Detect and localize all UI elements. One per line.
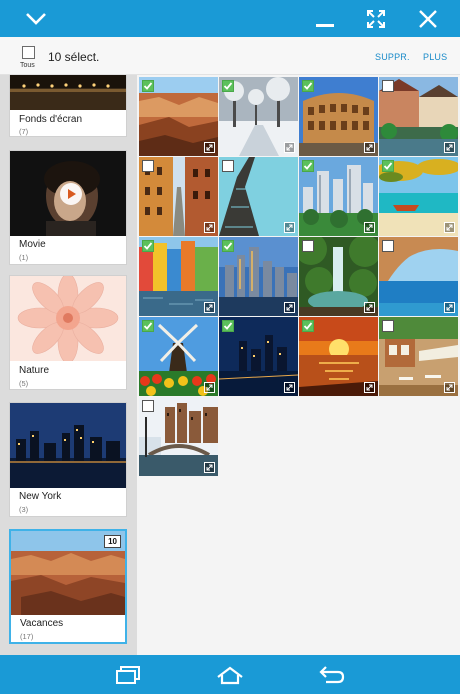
album-list: Fonds d'écran (7) Movie (1) Nature (5) N… — [0, 75, 137, 655]
expand-icon[interactable] — [444, 142, 455, 153]
album-vacances[interactable]: 10 Vacances (17) — [9, 529, 127, 644]
photo-manhattan[interactable] — [219, 237, 298, 316]
gallery-window: Tous 10 sélect. SUPPR. PLUS Fonds d'écra… — [0, 0, 460, 694]
chevron-down-icon[interactable] — [16, 0, 56, 37]
select-all-label: Tous — [20, 62, 35, 69]
photo-city-skyline[interactable] — [299, 157, 378, 236]
album-movie[interactable]: Movie (1) — [9, 150, 127, 265]
photo-checkbox[interactable] — [382, 320, 394, 332]
photo-checkbox[interactable] — [302, 320, 314, 332]
album-thumbnail — [10, 75, 126, 110]
album-count: (3) — [19, 505, 29, 514]
photo-checkbox[interactable] — [302, 160, 314, 172]
album-count: (1) — [19, 253, 29, 262]
expand-icon[interactable] — [444, 222, 455, 233]
expand-icon[interactable] — [364, 222, 375, 233]
minimize-icon[interactable] — [305, 0, 345, 37]
album-name: New York — [19, 491, 62, 502]
photo-checkbox[interactable] — [382, 160, 394, 172]
photo-colosseum[interactable] — [299, 77, 378, 156]
select-all-checkbox[interactable] — [22, 46, 35, 59]
title-bar — [0, 0, 460, 37]
photo-canyon[interactable] — [139, 77, 218, 156]
photo-terrace-cafe[interactable] — [379, 317, 458, 396]
photo-night-harbor[interactable] — [219, 317, 298, 396]
album-name: Fonds d'écran — [19, 114, 83, 125]
photo-checkbox[interactable] — [222, 320, 234, 332]
photo-canal-town[interactable] — [379, 77, 458, 156]
expand-icon[interactable] — [444, 302, 455, 313]
album-thumbnail — [10, 276, 126, 361]
expand-icon[interactable] — [444, 382, 455, 393]
photo-checkbox[interactable] — [222, 160, 234, 172]
album-count: (7) — [19, 127, 29, 136]
expand-icon[interactable] — [204, 142, 215, 153]
selection-action-bar: Tous 10 sélect. SUPPR. PLUS — [0, 37, 460, 75]
expand-icon[interactable] — [364, 302, 375, 313]
expand-icon[interactable] — [204, 462, 215, 473]
photo-eiffel-tower[interactable] — [219, 157, 298, 236]
expand-icon[interactable] — [204, 222, 215, 233]
album-new-york[interactable]: New York (3) — [9, 402, 127, 517]
photo-checkbox[interactable] — [222, 80, 234, 92]
photo-checkbox[interactable] — [142, 80, 154, 92]
close-icon[interactable] — [408, 0, 448, 37]
expand-icon[interactable] — [284, 382, 295, 393]
expand-icon[interactable] — [204, 382, 215, 393]
photo-checkbox[interactable] — [142, 400, 154, 412]
album-wallpapers[interactable]: Fonds d'écran (7) — [9, 75, 127, 137]
play-icon[interactable] — [60, 183, 82, 205]
photo-checkbox[interactable] — [302, 240, 314, 252]
back-arrow-icon[interactable] — [312, 655, 352, 694]
album-count: (5) — [19, 379, 29, 388]
selected-count: 10 sélect. — [48, 50, 100, 64]
photo-waterfall[interactable] — [299, 237, 378, 316]
photo-windmill-tulips[interactable] — [139, 317, 218, 396]
photo-checkbox[interactable] — [382, 80, 394, 92]
photo-checkbox[interactable] — [142, 240, 154, 252]
album-name: Nature — [19, 365, 50, 376]
photo-checkbox[interactable] — [142, 160, 154, 172]
expand-icon[interactable] — [364, 382, 375, 393]
photo-checkbox[interactable] — [222, 240, 234, 252]
photo-checkbox[interactable] — [142, 320, 154, 332]
album-nature[interactable]: Nature (5) — [9, 275, 127, 390]
photo-tropical-beach[interactable] — [379, 157, 458, 236]
recent-apps-icon[interactable] — [108, 655, 148, 694]
expand-icon[interactable] — [284, 142, 295, 153]
photo-checkbox[interactable] — [382, 240, 394, 252]
album-name: Movie — [19, 239, 46, 250]
album-count: (17) — [20, 632, 34, 641]
photo-checkbox[interactable] — [302, 80, 314, 92]
photo-amsterdam-bridge[interactable] — [139, 397, 218, 476]
expand-icon[interactable] — [204, 302, 215, 313]
photo-sea-arch[interactable] — [379, 237, 458, 316]
album-name: Vacances — [20, 618, 64, 629]
photo-sunset-sea[interactable] — [299, 317, 378, 396]
photo-old-street[interactable] — [139, 157, 218, 236]
more-button[interactable]: PLUS — [423, 52, 447, 62]
photo-snow-park[interactable] — [219, 77, 298, 156]
navigation-bar — [0, 655, 460, 694]
expand-icon[interactable] — [284, 222, 295, 233]
delete-button[interactable]: SUPPR. — [375, 52, 410, 62]
photo-grid — [137, 75, 460, 655]
album-thumbnail — [10, 403, 126, 488]
photo-colorful-houses[interactable] — [139, 237, 218, 316]
expand-icon[interactable] — [364, 142, 375, 153]
home-icon[interactable] — [210, 655, 250, 694]
selection-count-badge: 10 — [104, 535, 121, 548]
expand-icon[interactable] — [284, 302, 295, 313]
expand-arrows-icon[interactable] — [356, 0, 396, 37]
